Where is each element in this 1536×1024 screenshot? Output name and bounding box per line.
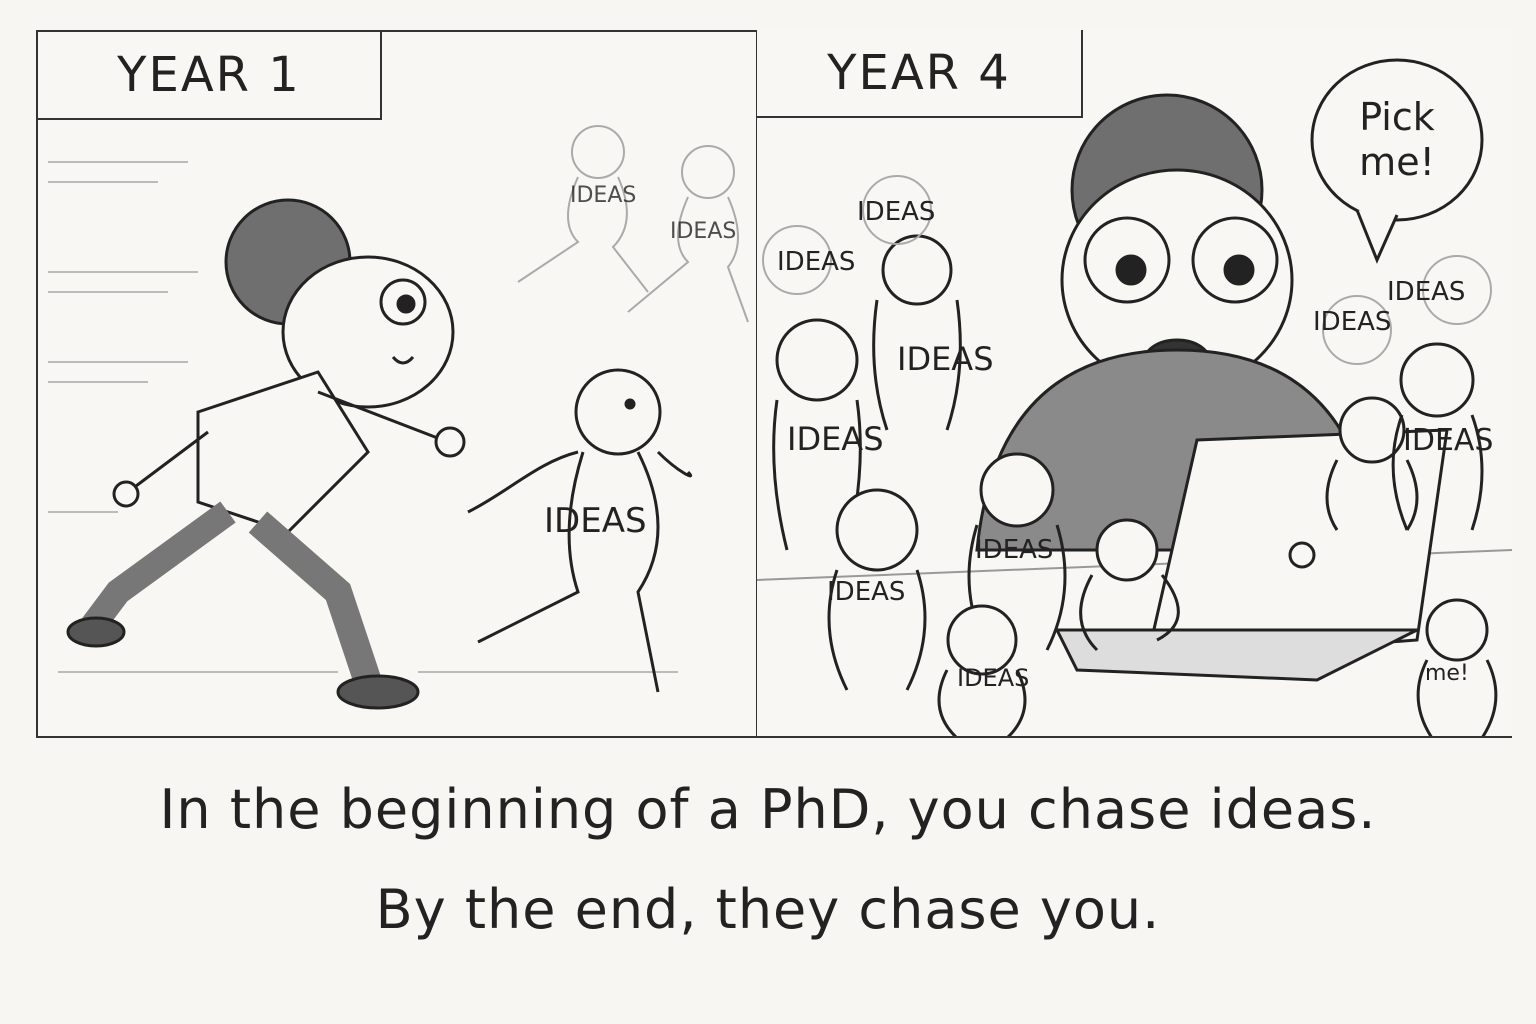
speech-text-line-1: Pick [1359,95,1435,139]
idea-label: IDEAS [1313,307,1391,337]
comic-panel-year-1: IDEAS IDEAS IDEAS YEAR 1 [36,30,758,738]
idea-label: IDEAS [777,247,855,277]
idea-label: IDEAS [827,577,905,607]
comic-panel-year-4: Pick me! IDEAS IDEAS IDEAS IDEAS IDEAS I… [756,30,1512,738]
idea-figure [872,234,962,431]
idea-label: IDEAS [544,501,647,541]
caption-line-2: By the end, they chase you. [375,878,1161,941]
idea-label: IDEAS [897,340,994,378]
panel-title-year-4: YEAR 4 [757,30,1083,118]
idea-label: IDEAS [975,535,1053,565]
idea-label: IDEAS [670,219,736,244]
year-1-illustration: IDEAS IDEAS IDEAS [48,125,749,710]
idea-label: IDEAS [1387,277,1465,307]
panel-title-year-1: YEAR 1 [38,32,382,120]
idea-label: me! [1425,661,1469,686]
idea-label: IDEAS [857,197,935,227]
shoe [336,674,420,710]
idea-label: IDEAS [1403,423,1493,458]
year-4-illustration: Pick me! IDEAS IDEAS IDEAS IDEAS IDEAS I… [757,58,1512,736]
idea-label: IDEAS [787,420,884,458]
idea-label: IDEAS [957,664,1029,692]
running-student [66,198,466,710]
shoe [66,616,126,648]
speech-text-line-2: me! [1359,140,1435,184]
idea-label: IDEAS [570,183,636,208]
caption-line-1: In the beginning of a PhD, you chase ide… [159,778,1377,841]
